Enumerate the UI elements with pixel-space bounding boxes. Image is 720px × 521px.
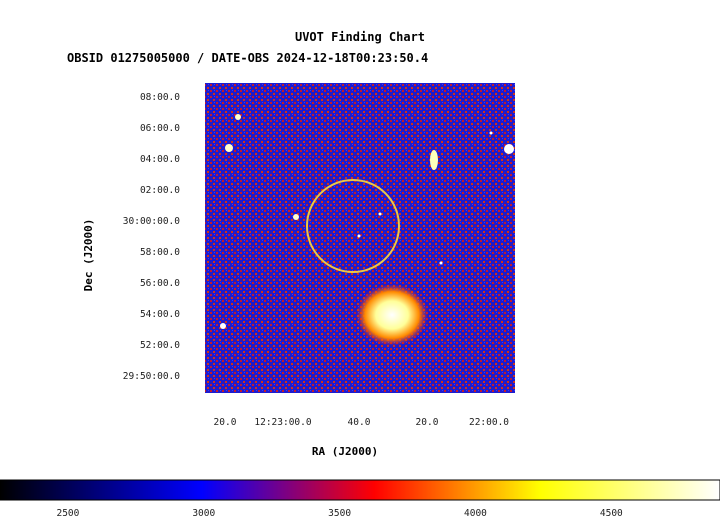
- x-tick-label: 22:00.0: [469, 417, 509, 428]
- colorbar: [0, 479, 720, 501]
- bright-star: [439, 261, 443, 265]
- bright-star: [235, 114, 241, 120]
- bright-star: [504, 144, 514, 154]
- y-tick-label: 08:00.0: [140, 92, 180, 103]
- y-tick-label: 04:00.0: [140, 154, 180, 165]
- sky-image: [205, 83, 515, 393]
- y-axis-ticks: 08:00.0 06:00.0 04:00.0 02:00.0 30:00:00.0 58…: [123, 92, 180, 382]
- x-tick-label: 20.0: [214, 417, 237, 428]
- bright-star: [357, 234, 361, 238]
- y-tick-label: 58:00.0: [140, 247, 180, 258]
- bright-star: [293, 214, 299, 220]
- finding-chart: 08:00.0 06:00.0 04:00.0 02:00.0 30:00:00.0 58…: [0, 83, 720, 519]
- y-tick-label: 56:00.0: [140, 278, 180, 289]
- y-tick-label: 52:00.0: [140, 340, 180, 351]
- x-axis-ticks: 20.0 12:23:00.0 40.0 20.0 22:00.0: [214, 417, 510, 428]
- bright-star: [378, 212, 382, 216]
- y-tick-label: 30:00:00.0: [123, 216, 180, 227]
- y-tick-label: 06:00.0: [140, 123, 180, 134]
- galaxy-blob: [356, 284, 428, 346]
- colorbar-ticks: 2500 3000 3500 4000 4500: [56, 508, 623, 519]
- colorbar-tick-label: 2500: [56, 508, 79, 519]
- colorbar-tick-label: 4000: [464, 508, 487, 519]
- y-axis-label: Dec (J2000): [82, 219, 95, 292]
- colorbar-tick-label: 3000: [192, 508, 215, 519]
- colorbar-tick-label: 4500: [600, 508, 623, 519]
- y-tick-label: 54:00.0: [140, 309, 180, 320]
- x-tick-label: 40.0: [348, 417, 371, 428]
- colorbar-tick-label: 3500: [328, 508, 351, 519]
- x-tick-label: 20.0: [416, 417, 439, 428]
- y-tick-label: 02:00.0: [140, 185, 180, 196]
- bright-star: [220, 323, 226, 329]
- y-tick-label: 29:50:00.0: [123, 371, 180, 382]
- bright-star: [489, 131, 493, 135]
- bright-star: [225, 144, 233, 152]
- x-axis-label: RA (J2000): [312, 445, 378, 458]
- x-tick-label: 12:23:00.0: [254, 417, 311, 428]
- bright-star: [430, 150, 438, 170]
